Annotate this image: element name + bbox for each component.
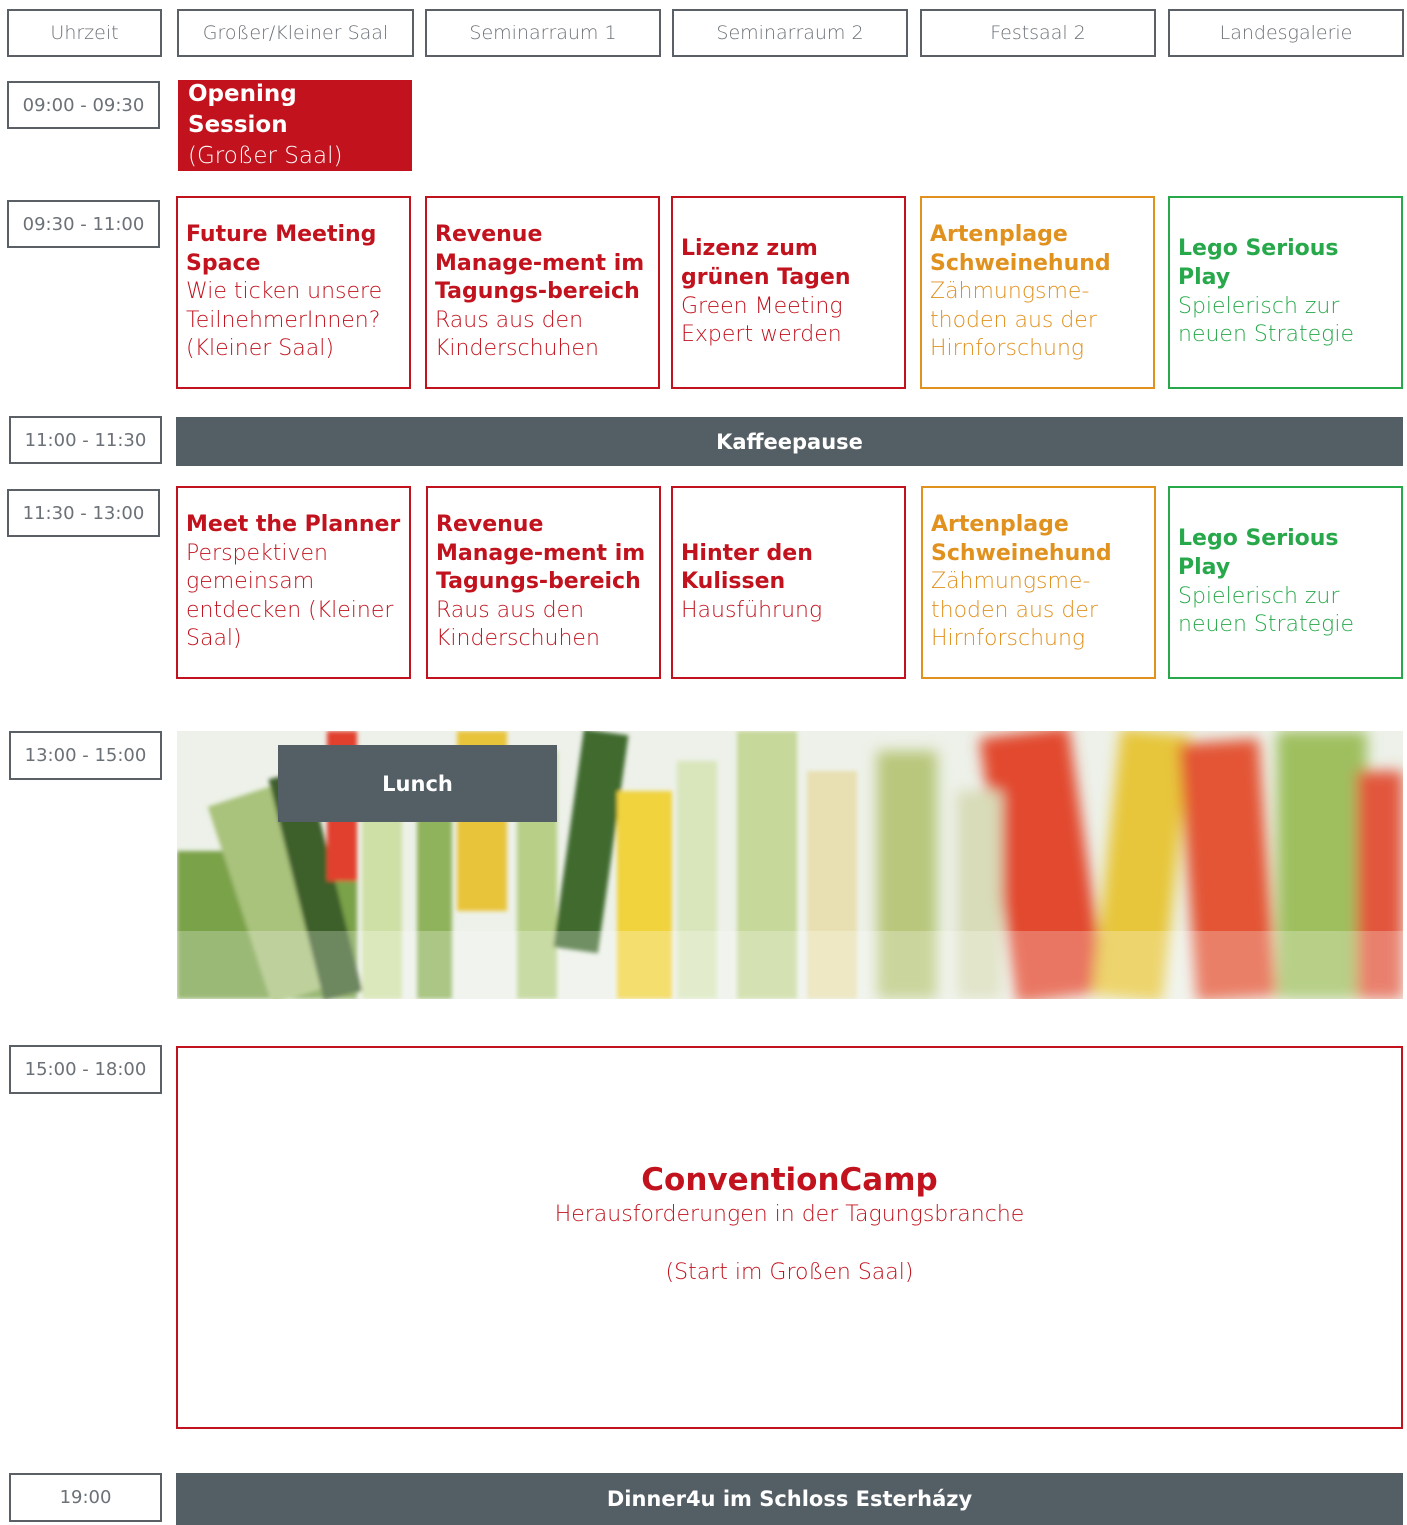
session-title: Artenplage Schweinehund xyxy=(931,512,1112,566)
time-slot: 11:30 - 13:00 xyxy=(7,489,160,537)
session-card[interactable]: Artenplage Schweinehund Zähmungsme-thode… xyxy=(920,196,1155,389)
session-title: Revenue Manage-ment im Tagungs-bereich xyxy=(436,512,646,595)
session-title: Opening Session xyxy=(188,80,297,138)
session-title: Revenue Manage-ment im Tagungs-bereich xyxy=(435,222,645,305)
session-title: Lego Serious Play xyxy=(1178,526,1339,580)
coffee-break-bar: Kaffeepause xyxy=(176,417,1403,466)
header-landesgalerie: Landesgalerie xyxy=(1168,9,1404,57)
convention-camp-card[interactable]: ConventionCamp Herausforderungen in der … xyxy=(176,1046,1403,1429)
session-title: Hinter den Kulissen xyxy=(681,540,813,595)
session-subtitle: Spielerisch zur neuen Strategie xyxy=(1178,293,1355,348)
session-subtitle: Green Meeting Expert werden xyxy=(681,293,843,348)
session-card[interactable]: Artenplage Schweinehund Zähmungsme-thode… xyxy=(921,486,1156,679)
header-seminarraum-1: Seminarraum 1 xyxy=(425,9,661,57)
session-card[interactable]: Hinter den Kulissen Hausführung xyxy=(671,486,906,679)
lunch-label: Lunch xyxy=(278,745,557,822)
session-subtitle: (Großer Saal) xyxy=(188,143,343,170)
session-title: Artenplage Schweinehund xyxy=(930,222,1111,276)
opening-session-card[interactable]: Opening Session (Großer Saal) xyxy=(178,80,412,171)
session-title: Lego Serious Play xyxy=(1178,236,1339,290)
header-uhrzeit: Uhrzeit xyxy=(7,9,162,57)
header-seminarraum-2: Seminarraum 2 xyxy=(672,9,908,57)
session-subtitle: Perspektiven gemeinsam entdecken (Kleine… xyxy=(186,540,394,652)
time-slot: 15:00 - 18:00 xyxy=(9,1045,162,1094)
camp-subtitle: Herausforderungen in der Tagungsbranche xyxy=(554,1202,1025,1227)
time-slot: 09:30 - 11:00 xyxy=(7,200,160,248)
session-title: Future Meeting Space xyxy=(186,222,377,276)
camp-note: (Start im Großen Saal) xyxy=(665,1260,914,1285)
session-card[interactable]: Future Meeting Space Wie ticken unsere T… xyxy=(176,196,411,389)
session-title: Lizenz zum grünen Tagen xyxy=(681,236,851,290)
session-card[interactable]: Lego Serious Play Spielerisch zur neuen … xyxy=(1168,196,1403,389)
dinner-bar: Dinner4u im Schloss Esterházy xyxy=(176,1473,1403,1525)
session-subtitle: Spielerisch zur neuen Strategie xyxy=(1178,583,1355,638)
header-festsaal-2: Festsaal 2 xyxy=(920,9,1156,57)
session-subtitle: Hausführung xyxy=(681,597,823,623)
session-card[interactable]: Revenue Manage-ment im Tagungs-bereich R… xyxy=(425,196,660,389)
session-title: Meet the Planner xyxy=(186,512,401,538)
session-card[interactable]: Lego Serious Play Spielerisch zur neuen … xyxy=(1168,486,1403,679)
session-subtitle: Raus aus den Kinderschuhen xyxy=(435,307,599,362)
session-card[interactable]: Revenue Manage-ment im Tagungs-bereich R… xyxy=(426,486,661,679)
session-subtitle: Zähmungsme-thoden aus der Hirnforschung xyxy=(930,279,1097,362)
time-slot: 09:00 - 09:30 xyxy=(7,81,160,129)
session-card[interactable]: Lizenz zum grünen Tagen Green Meeting Ex… xyxy=(671,196,906,389)
session-subtitle: Zähmungsme-thoden aus der Hirnforschung xyxy=(931,569,1098,652)
header-grosser-kleiner-saal: Großer/Kleiner Saal xyxy=(177,9,414,57)
camp-title: ConventionCamp xyxy=(641,1162,938,1198)
session-subtitle: Wie ticken unsere TeilnehmerInnen? (Klei… xyxy=(186,279,383,362)
session-card[interactable]: Meet the Planner Perspektiven gemeinsam … xyxy=(176,486,411,679)
time-slot: 11:00 - 11:30 xyxy=(9,416,162,464)
session-subtitle: Raus aus den Kinderschuhen xyxy=(436,597,600,652)
time-slot: 13:00 - 15:00 xyxy=(9,731,162,780)
